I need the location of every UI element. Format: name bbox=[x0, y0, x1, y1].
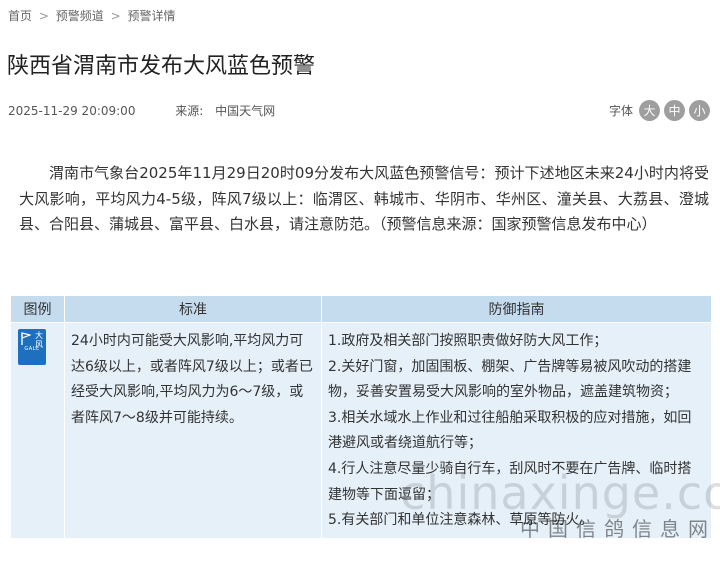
guide-item: 2.关好门窗，加固围板、棚架、广告牌等易被风吹动的搭建物，妥善安置易受大风影响的… bbox=[328, 358, 692, 401]
header-legend: 图例 bbox=[10, 295, 65, 323]
font-size-label: 字体 bbox=[608, 104, 633, 118]
guide-item: 4.行人注意尽量少骑自行车，刮风时不要在广告牌、临时搭建物等下面逗留； bbox=[328, 460, 692, 503]
font-size-large-button[interactable]: 大 bbox=[639, 100, 660, 121]
source-value: 中国天气网 bbox=[215, 104, 276, 118]
source-label: 来源: bbox=[175, 104, 204, 118]
guide-item: 5.有关部门和单位注意森林、草原等防火。 bbox=[328, 512, 594, 529]
guide-item: 1.政府及相关部门按照职责做好防大风工作； bbox=[328, 333, 608, 349]
breadcrumb: 首页 > 预警频道 > 预警详情 bbox=[8, 7, 175, 24]
publish-datetime: 2025-11-29 20:09:00 bbox=[8, 104, 136, 118]
breadcrumb-separator: > bbox=[110, 9, 121, 23]
breadcrumb-separator: > bbox=[38, 9, 49, 23]
table-row: 大风 GALE 24小时内可能受大风影响,平均风力可达6级以上，或者阵风7级以上… bbox=[10, 322, 712, 539]
warning-guide-table: 图例 标准 防御指南 大风 GALE 24小时内可能受大风影响,平均风力可达6级… bbox=[10, 295, 712, 539]
header-standard: 标准 bbox=[64, 295, 322, 323]
table-header-row: 图例 标准 防御指南 bbox=[10, 295, 712, 323]
font-size-switcher: 字体 大 中 小 bbox=[609, 100, 710, 121]
header-guide: 防御指南 bbox=[321, 295, 712, 323]
legend-cell: 大风 GALE bbox=[10, 322, 65, 539]
article-meta: 2025-11-29 20:09:00 来源: 中国天气网 bbox=[8, 102, 275, 119]
standard-cell: 24小时内可能受大风影响,平均风力可达6级以上，或者阵风7级以上；或者已经受大风… bbox=[64, 322, 322, 539]
page-title: 陕西省渭南市发布大风蓝色预警 bbox=[7, 54, 316, 79]
article-body: 渭南市气象台2025年11月29日20时09分发布大风蓝色预警信号：预计下述地区… bbox=[19, 164, 709, 233]
font-size-medium-button[interactable]: 中 bbox=[664, 100, 685, 121]
guide-cell: 1.政府及相关部门按照职责做好防大风工作； 2.关好门窗，加固围板、棚架、广告牌… bbox=[321, 322, 712, 539]
breadcrumb-channel-link[interactable]: 预警频道 bbox=[56, 9, 104, 23]
gale-icon-en-text: GALE bbox=[24, 346, 40, 353]
breadcrumb-home-link[interactable]: 首页 bbox=[8, 9, 32, 23]
gale-warning-icon: 大风 GALE bbox=[18, 329, 46, 365]
guide-item: 3.相关水域水上作业和过往船舶采取积极的应对措施，如回港避风或者绕道航行等； bbox=[328, 409, 692, 452]
breadcrumb-detail-link[interactable]: 预警详情 bbox=[127, 9, 175, 23]
font-size-small-button[interactable]: 小 bbox=[689, 100, 710, 121]
